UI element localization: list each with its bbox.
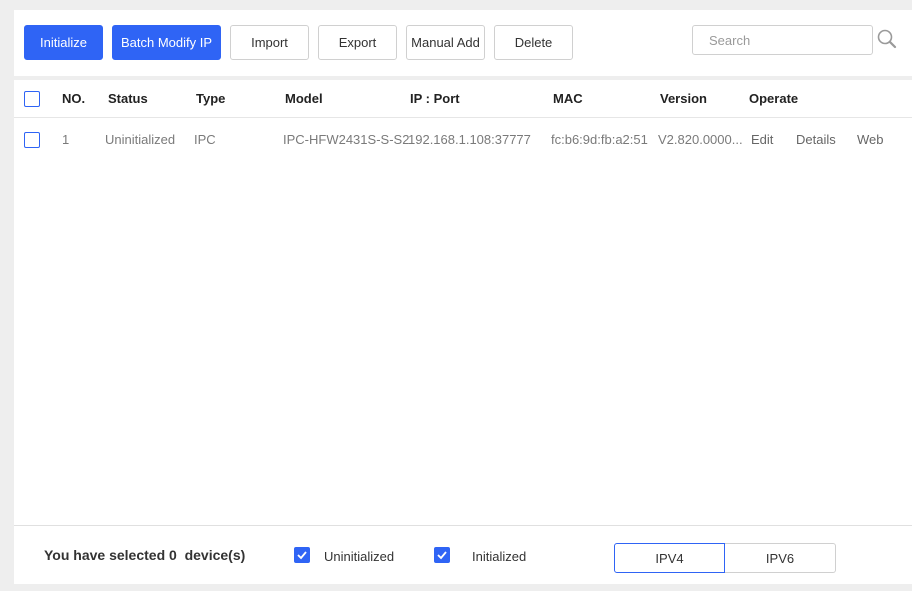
table-row: 1 Uninitialized IPC IPC-HFW2431S-S-S2 19…	[14, 119, 912, 161]
column-header-type: Type	[196, 91, 226, 106]
checkmark-icon	[297, 551, 307, 560]
column-header-status: Status	[108, 91, 148, 106]
initialized-filter-checkbox[interactable]	[434, 547, 450, 563]
column-header-version: Version	[660, 91, 707, 106]
export-button[interactable]: Export	[318, 25, 397, 60]
edit-link[interactable]: Edit	[751, 119, 773, 161]
row-status: Uninitialized	[105, 132, 176, 147]
search-icon[interactable]	[876, 28, 898, 50]
details-link[interactable]: Details	[796, 119, 836, 161]
ipv6-tab[interactable]: IPV6	[725, 543, 836, 573]
device-manager-panel: Initialize Batch Modify IP Import Export…	[14, 10, 912, 584]
initialized-filter-label: Initialized	[472, 549, 527, 564]
row-checkbox[interactable]	[24, 132, 40, 148]
row-ip-port: 192.168.1.108:37777	[408, 132, 531, 147]
web-link[interactable]: Web	[857, 119, 884, 161]
row-no: 1	[62, 132, 70, 147]
column-header-mac: MAC	[553, 91, 583, 106]
ipv4-tab[interactable]: IPV4	[614, 543, 725, 573]
table-header: NO. Status Type Model IP : Port MAC Vers…	[14, 80, 912, 118]
initialize-button[interactable]: Initialize	[24, 25, 103, 60]
row-type: IPC	[194, 132, 216, 147]
row-model: IPC-HFW2431S-S-S2	[283, 132, 410, 147]
footer-divider	[14, 525, 912, 526]
search-input[interactable]	[692, 25, 873, 55]
checkmark-icon	[437, 551, 447, 560]
import-button[interactable]: Import	[230, 25, 309, 60]
uninitialized-filter-checkbox[interactable]	[294, 547, 310, 563]
selected-count-text: You have selected 0 device(s)	[44, 547, 246, 563]
uninitialized-filter-label: Uninitialized	[324, 549, 395, 564]
row-version: V2.820.0000...	[658, 132, 743, 147]
column-header-ip-port: IP : Port	[410, 91, 460, 106]
row-mac: fc:b6:9d:fb:a2:51	[551, 132, 648, 147]
toolbar: Initialize Batch Modify IP Import Export…	[14, 10, 912, 76]
delete-button[interactable]: Delete	[494, 25, 573, 60]
manual-add-button[interactable]: Manual Add	[406, 25, 485, 60]
column-header-no: NO.	[62, 91, 86, 106]
column-header-model: Model	[285, 91, 323, 106]
batch-modify-ip-button[interactable]: Batch Modify IP	[112, 25, 221, 60]
column-header-operate: Operate	[749, 91, 799, 106]
select-all-checkbox[interactable]	[24, 91, 40, 107]
